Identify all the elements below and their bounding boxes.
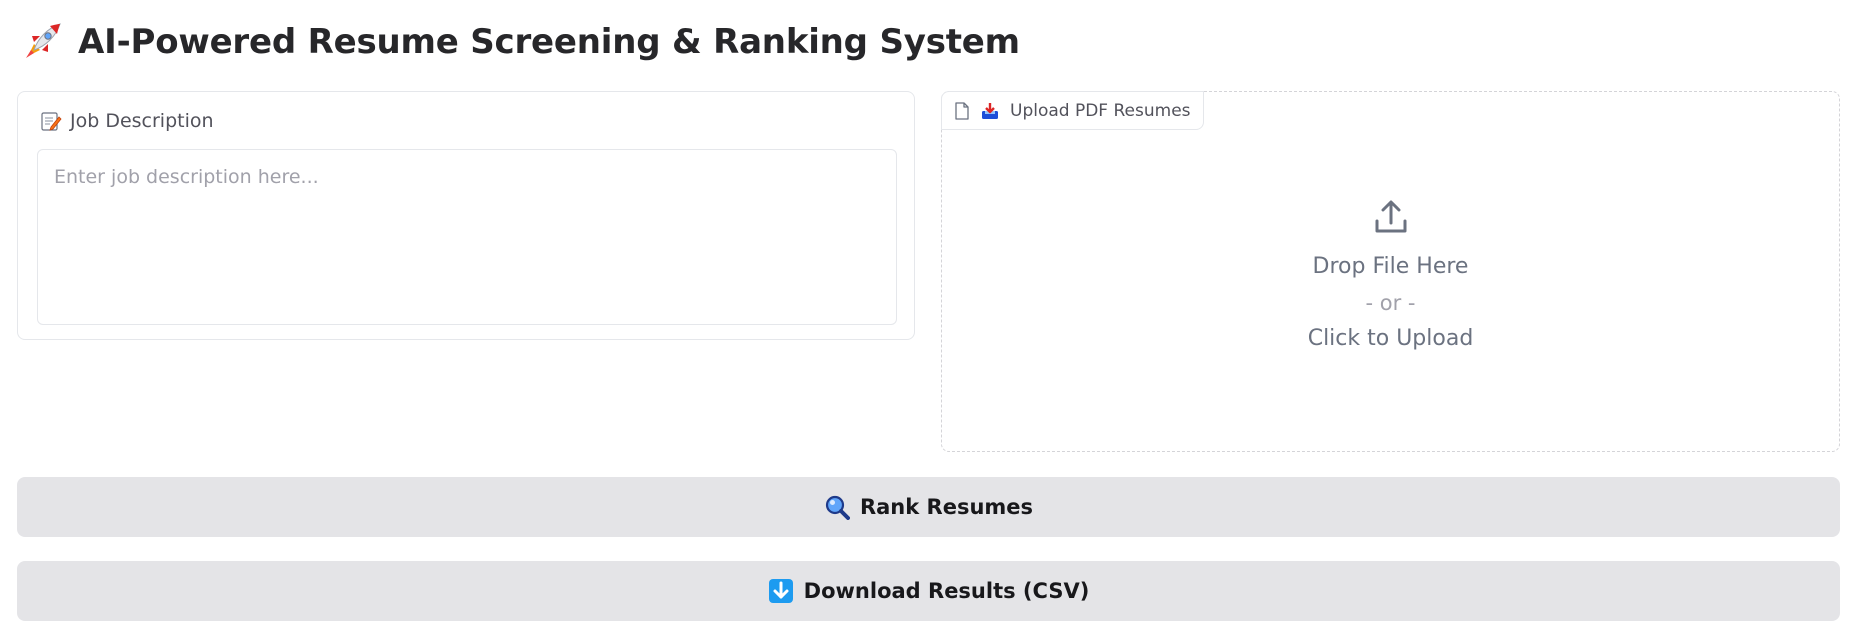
upload-arrow-icon — [1375, 200, 1406, 232]
rocket-icon — [26, 23, 61, 58]
magnifier-icon — [825, 495, 850, 520]
drop-file-text: Drop File Here — [1312, 253, 1469, 279]
file-drop-zone[interactable]: Drop File Here - or - Click to Upload — [942, 92, 1839, 451]
app-page: AI-Powered Resume Screening & Ranking Sy… — [0, 0, 1854, 635]
download-results-label: Download Results (CSV) — [803, 579, 1090, 603]
down-arrow-icon — [768, 579, 793, 603]
rank-resumes-button[interactable]: Rank Resumes — [17, 477, 1840, 537]
or-separator-text: - or - — [1365, 290, 1416, 315]
click-to-upload-text: Click to Upload — [1307, 325, 1474, 351]
job-description-panel: Job Description — [17, 91, 915, 340]
download-results-button[interactable]: Download Results (CSV) — [17, 561, 1840, 621]
page-title: AI-Powered Resume Screening & Ranking Sy… — [78, 22, 1020, 62]
memo-icon — [41, 112, 62, 131]
upload-label-tab: Upload PDF Resumes — [941, 91, 1204, 130]
file-icon — [955, 101, 969, 120]
upload-pdf-panel: Drop File Here - or - Click to Upload Up… — [941, 91, 1840, 452]
upload-pdf-label: Upload PDF Resumes — [1010, 100, 1191, 121]
job-description-label: Job Description — [70, 110, 214, 132]
rank-resumes-label: Rank Resumes — [859, 495, 1034, 519]
inbox-tray-icon — [982, 102, 998, 119]
job-description-label-row: Job Description — [40, 110, 214, 132]
header: AI-Powered Resume Screening & Ranking Sy… — [20, 14, 1020, 70]
job-description-input[interactable] — [37, 149, 897, 325]
